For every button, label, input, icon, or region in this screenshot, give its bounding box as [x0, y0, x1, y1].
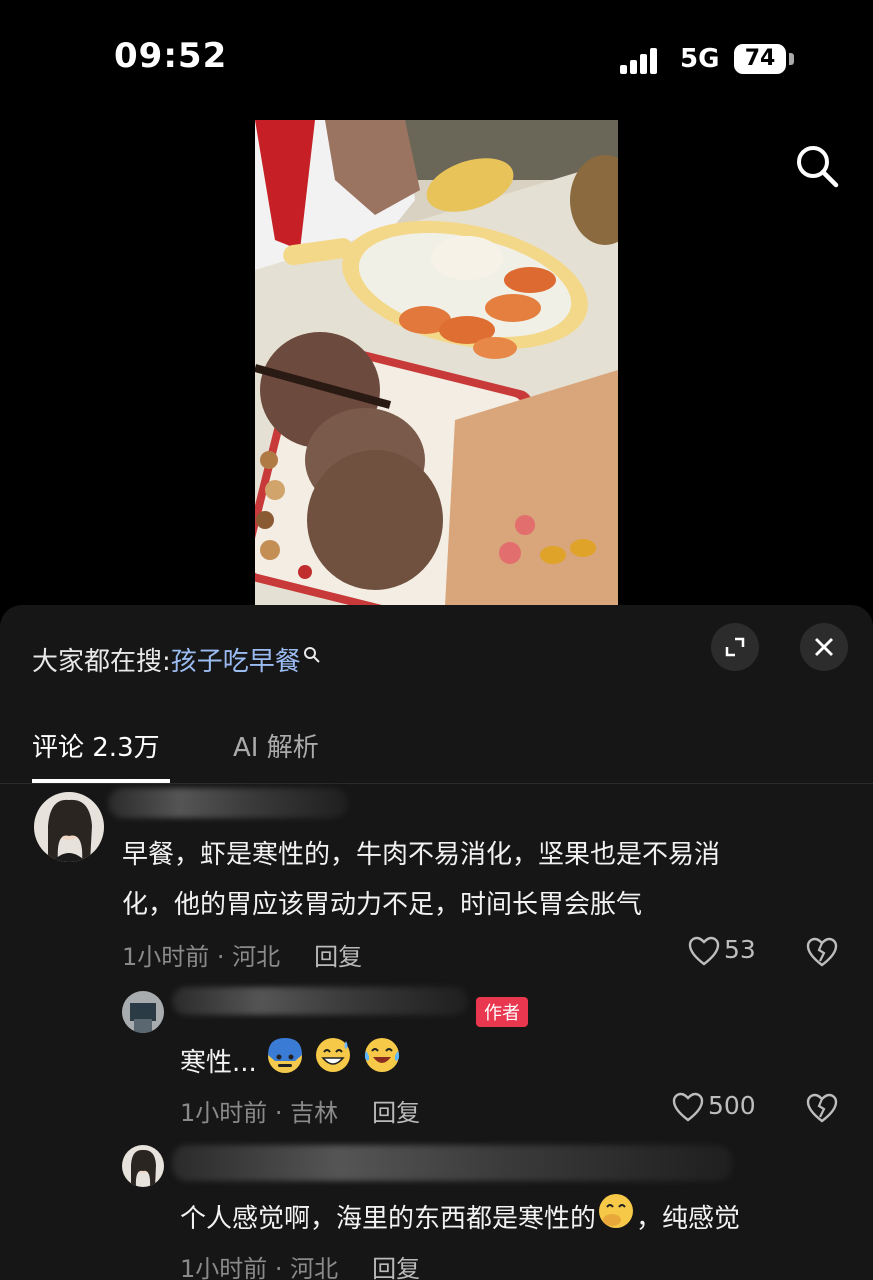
- close-icon: [815, 638, 833, 656]
- search-icon[interactable]: [794, 143, 840, 189]
- tab-comments[interactable]: 评论 2.3万: [32, 727, 160, 764]
- comment-panel: 大家都在搜:孩子吃早餐 评论 2.3万 AI 解析 早餐，虾是寒性的，牛肉不易消…: [0, 605, 873, 1280]
- grinning-sweat-emoji-icon: [313, 1035, 353, 1092]
- username-blurred[interactable]: [108, 788, 348, 818]
- like-button[interactable]: 53: [688, 935, 756, 966]
- comment-time-location: 1小时前 · 河北: [180, 1255, 339, 1280]
- comment-line: 早餐，虾是寒性的，牛肉不易消化，坚果也是不易消: [122, 840, 721, 870]
- cold-face-emoji-icon: [265, 1035, 305, 1092]
- comment-tabs: 评论 2.3万 AI 解析: [0, 705, 873, 784]
- comment-line: 个人感觉啊，海里的东西都是寒性的: [180, 1204, 597, 1234]
- like-count: 53: [724, 935, 756, 964]
- like-button[interactable]: 500: [672, 1091, 756, 1122]
- status-time: 09:52: [114, 36, 228, 76]
- heart-icon: [672, 1092, 704, 1122]
- dislike-button[interactable]: [806, 937, 838, 971]
- food-photo: [255, 120, 618, 606]
- small-search-icon: [303, 641, 321, 671]
- avatar[interactable]: [122, 1145, 164, 1187]
- video-frame[interactable]: [255, 120, 618, 606]
- network-type: 5G: [680, 44, 720, 74]
- expand-button[interactable]: [711, 623, 759, 671]
- comment-meta: 1小时前 · 河北 回复: [122, 937, 362, 972]
- battery-icon: 74: [734, 44, 786, 74]
- status-bar: 09:52 5G 74: [0, 0, 873, 120]
- avatar[interactable]: [34, 792, 104, 862]
- comment-meta: 1小时前 · 河北 回复: [180, 1249, 420, 1280]
- comment-line: 化，他的胃应该胃动力不足，时间长胃会胀气: [122, 890, 643, 920]
- hot-search-bar[interactable]: 大家都在搜:孩子吃早餐: [32, 641, 321, 678]
- reply-button[interactable]: 回复: [314, 943, 362, 971]
- close-button[interactable]: [800, 623, 848, 671]
- hot-search-keyword[interactable]: 孩子吃早餐: [171, 647, 301, 677]
- like-count: 500: [708, 1091, 756, 1120]
- reply-button[interactable]: 回复: [372, 1099, 420, 1127]
- battery-tip: [789, 53, 794, 65]
- comment-text: 个人感觉啊，海里的东西都是寒性的 ，纯感觉: [180, 1191, 740, 1248]
- hand-over-mouth-emoji-icon: [596, 1191, 636, 1248]
- broken-heart-icon: [806, 937, 838, 967]
- dislike-button[interactable]: [806, 1093, 838, 1127]
- comment-time-location: 1小时前 · 吉林: [180, 1099, 339, 1127]
- comment-line: ，纯感觉: [636, 1204, 741, 1234]
- username-blurred[interactable]: [172, 1145, 732, 1181]
- reply-button[interactable]: 回复: [372, 1255, 420, 1280]
- heart-icon: [688, 936, 720, 966]
- comment-text: 寒性...: [180, 1035, 402, 1092]
- expand-icon: [725, 637, 745, 657]
- tab-ai-analysis[interactable]: AI 解析: [233, 727, 319, 764]
- active-tab-indicator: [32, 779, 170, 783]
- username-blurred[interactable]: [172, 987, 468, 1015]
- avatar[interactable]: [122, 991, 164, 1033]
- tears-of-joy-emoji-icon: [362, 1035, 402, 1092]
- hot-search-prefix: 大家都在搜:: [32, 647, 171, 677]
- comment-meta: 1小时前 · 吉林 回复: [180, 1093, 420, 1128]
- comment-time-location: 1小时前 · 河北: [122, 943, 281, 971]
- author-badge: 作者: [476, 997, 528, 1027]
- broken-heart-icon: [806, 1093, 838, 1123]
- signal-icon: [620, 46, 666, 74]
- comment-line: 寒性...: [180, 1048, 257, 1078]
- comment-text: 早餐，虾是寒性的，牛肉不易消化，坚果也是不易消 化，他的胃应该胃动力不足，时间长…: [122, 830, 720, 930]
